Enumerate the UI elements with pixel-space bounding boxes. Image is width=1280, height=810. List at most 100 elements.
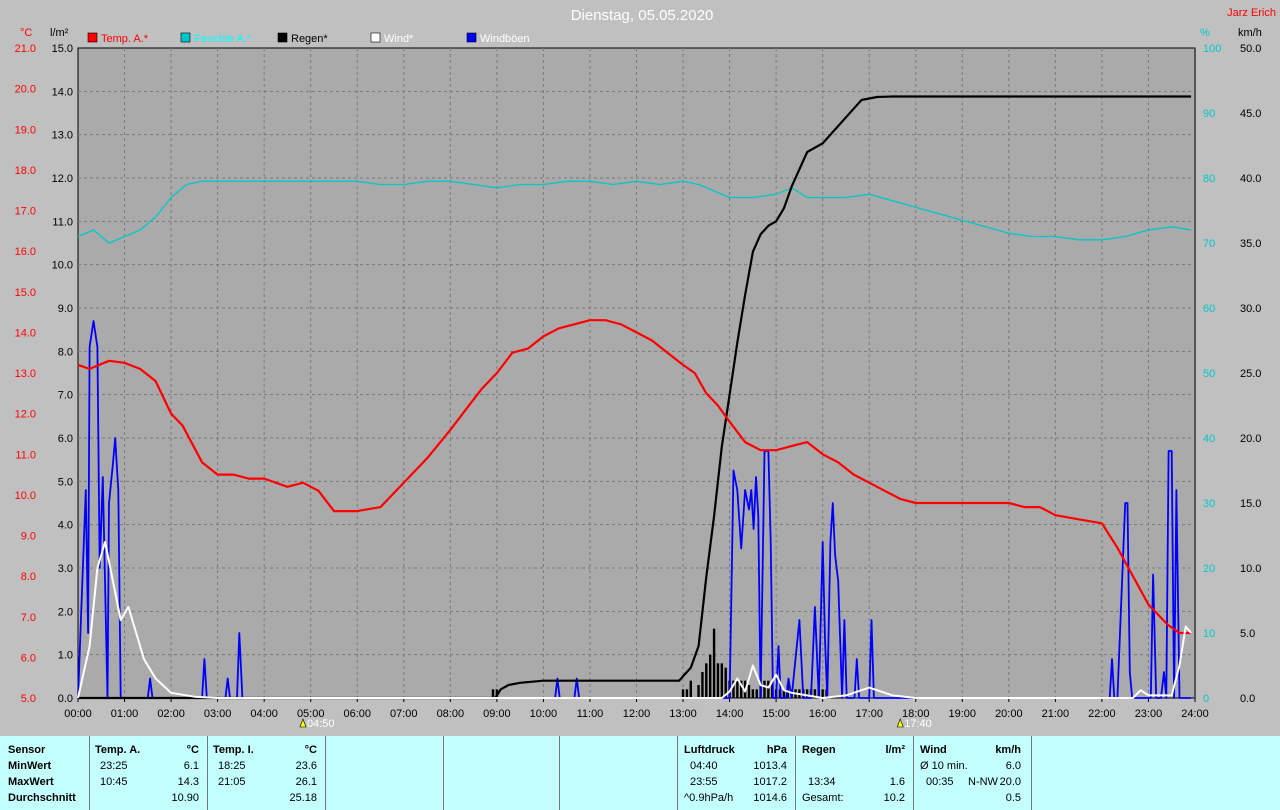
tick-label-time: 03:00	[204, 708, 232, 720]
tick-label-humidity: 50	[1203, 368, 1215, 380]
tick-label-rain: 3.0	[58, 563, 73, 575]
stats-wind-max-val: 20.0	[999, 776, 1021, 788]
tick-label-temp: 20.0	[15, 84, 36, 96]
rain-bar	[763, 680, 766, 698]
stats-pressure-avg-val: 1014.6	[753, 792, 787, 804]
stats-temp-a-avg-val: 10.90	[171, 792, 199, 804]
rain-bar	[736, 680, 739, 698]
rain-bar	[685, 689, 689, 698]
rain-bar	[767, 680, 770, 698]
tick-label-time: 23:00	[1135, 708, 1163, 720]
tick-label-rain: 0.0	[58, 693, 73, 705]
tick-label-rain: 12.0	[52, 173, 73, 185]
stats-temp-i-max-val: 26.1	[295, 776, 317, 788]
stats-pressure-trend: ^0.9hPa/h	[684, 792, 734, 804]
stats-rain-unit: l/m²	[885, 744, 905, 756]
stats-temp-a-max-time: 10:45	[100, 776, 128, 788]
tick-label-wind: 45.0	[1240, 108, 1261, 120]
rain-bar	[755, 689, 758, 698]
stats-pressure-max-time: 23:55	[690, 776, 718, 788]
legend-label: Windböen	[480, 33, 530, 45]
tick-label-humidity: 20	[1203, 563, 1215, 575]
stats-wind-avg-val: 0.5	[1005, 792, 1021, 804]
rain-bar	[751, 689, 755, 698]
tick-label-rain: 9.0	[58, 303, 73, 315]
tick-label-temp: 6.0	[21, 652, 36, 664]
stats-wind-max-dir: N-NW	[968, 776, 998, 788]
legend-swatch	[180, 32, 191, 43]
tick-label-time: 24:00	[1181, 708, 1209, 720]
tick-label-temp: 14.0	[15, 327, 36, 339]
tick-label-rain: 4.0	[58, 520, 73, 532]
tick-label-rain: 2.0	[58, 606, 73, 618]
tick-label-humidity: 80	[1203, 173, 1215, 185]
stats-wind-avg10-val: 6.0	[1005, 760, 1021, 772]
tick-label-temp: 17.0	[15, 206, 36, 218]
stats-temp-a-min-val: 6.1	[183, 760, 199, 772]
tick-label-time: 01:00	[111, 708, 139, 720]
stats-temp-a-header: Temp. A.	[95, 744, 141, 756]
tick-label-wind: 0.0	[1240, 693, 1255, 705]
tick-label-time: 19:00	[949, 708, 977, 720]
stats-rain-max-time: 13:34	[808, 776, 836, 788]
rain-bar	[689, 680, 692, 698]
sunset-label: 17:40	[904, 718, 932, 730]
tick-label-rain: 8.0	[58, 346, 73, 358]
legend-label: Feuchte A.*	[194, 33, 252, 45]
stats-pressure-max-val: 1017.2	[753, 776, 787, 788]
tick-label-temp: 8.0	[21, 571, 36, 583]
tick-label-temp: 16.0	[15, 246, 36, 258]
legend-swatch	[466, 32, 477, 43]
tick-label-time: 14:00	[716, 708, 744, 720]
tick-label-time: 11:00	[577, 708, 604, 720]
stats-sensor-col: Sensor MinWert MaxWert Durchschnitt	[0, 736, 90, 810]
tick-label-time: 13:00	[669, 708, 697, 720]
tick-label-time: 12:00	[623, 708, 651, 720]
tick-label-rain: 13.0	[52, 130, 73, 142]
stats-temp-i-min-val: 23.6	[295, 760, 317, 772]
rain-bar	[697, 685, 700, 698]
tick-label-temp: 10.0	[15, 490, 36, 502]
stats-row-avg: Durchschnitt	[8, 792, 76, 804]
rain-bar	[705, 663, 708, 698]
tick-label-rain: 15.0	[52, 43, 73, 55]
stats-wind-avg10-label: Ø 10 min.	[920, 760, 968, 772]
rain-bar	[712, 628, 716, 698]
stats-empty-1	[326, 736, 444, 810]
stats-temp-i-col: Temp. I. °C 18:25 23.6 21:05 26.1 25.18	[208, 736, 326, 810]
stats-wind-col: Wind km/h Ø 10 min. 6.0 00:35 N-NW 20.0 0.5	[914, 736, 1032, 810]
stats-sensor-header: Sensor	[8, 744, 46, 756]
stats-temp-a-min-time: 23:25	[100, 760, 128, 772]
rain-bar	[720, 663, 724, 698]
axis-unit-wind: km/h	[1238, 27, 1262, 39]
tick-label-time: 04:00	[250, 708, 278, 720]
tick-label-temp: 18.0	[15, 165, 36, 177]
rain-bar	[747, 685, 751, 698]
tick-label-temp: 11.0	[15, 449, 36, 461]
tick-label-wind: 25.0	[1240, 368, 1261, 380]
stats-rain-total-label: Gesamt:	[802, 792, 844, 804]
stats-temp-i-header: Temp. I.	[213, 744, 254, 756]
stats-rain-total-val: 10.2	[883, 792, 905, 804]
tick-label-temp: 15.0	[15, 287, 36, 299]
stats-temp-i-unit: °C	[304, 744, 317, 756]
stats-temp-a-col: Temp. A. °C 23:25 6.1 10:45 14.3 10.90	[90, 736, 208, 810]
stats-temp-i-avg-val: 25.18	[289, 792, 317, 804]
stats-temp-a-unit: °C	[186, 744, 199, 756]
tick-label-wind: 20.0	[1240, 433, 1261, 445]
tick-label-wind: 5.0	[1240, 628, 1255, 640]
rain-bar	[708, 654, 712, 698]
tick-label-time: 06:00	[343, 708, 371, 720]
legend-label: Regen*	[291, 33, 328, 45]
stats-row-min: MinWert	[8, 760, 52, 772]
tick-label-time: 02:00	[157, 708, 185, 720]
tick-label-temp: 19.0	[15, 124, 36, 136]
chart-author: Jarz Erich	[1227, 7, 1276, 19]
rain-bar	[681, 689, 685, 698]
rain-bar	[491, 689, 495, 698]
tick-label-time: 00:00	[64, 708, 92, 720]
tick-label-temp: 21.0	[15, 43, 36, 55]
stats-rain-header: Regen	[802, 744, 836, 756]
chart-title: Dienstag, 05.05.2020	[571, 7, 714, 24]
stats-empty-2	[444, 736, 560, 810]
